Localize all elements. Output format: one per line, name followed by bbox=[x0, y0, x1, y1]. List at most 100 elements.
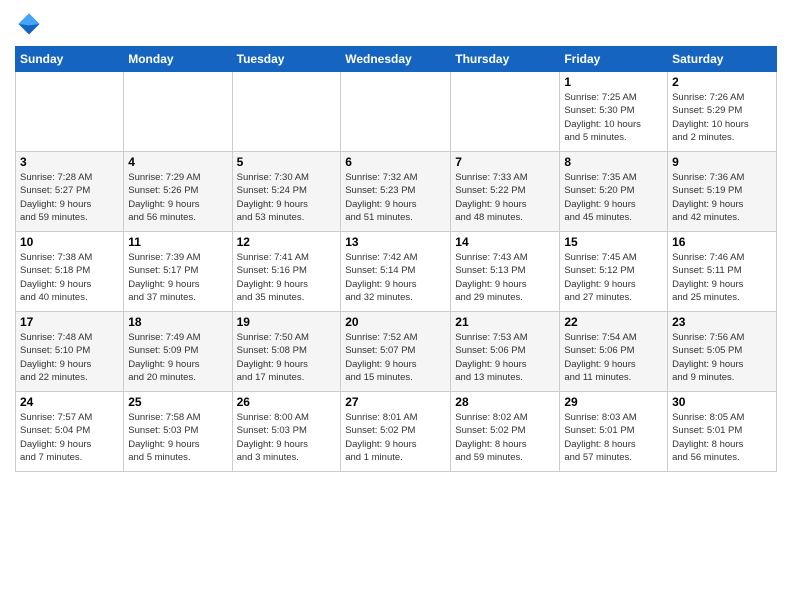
day-info: Sunrise: 8:03 AM Sunset: 5:01 PM Dayligh… bbox=[564, 411, 663, 464]
calendar-cell: 7Sunrise: 7:33 AM Sunset: 5:22 PM Daylig… bbox=[451, 152, 560, 232]
day-number: 30 bbox=[672, 395, 772, 409]
calendar-cell: 27 Sunrise: 8:01 AM Sunset: 5:02 PM Dayli… bbox=[341, 392, 451, 472]
calendar-cell: 11Sunrise: 7:39 AM Sunset: 5:17 PM Dayli… bbox=[124, 232, 232, 312]
day-number: 4 bbox=[128, 155, 227, 169]
day-info: Sunrise: 7:52 AM Sunset: 5:07 PM Dayligh… bbox=[345, 331, 446, 384]
day-number: 6 bbox=[345, 155, 446, 169]
calendar: SundayMondayTuesdayWednesdayThursdayFrid… bbox=[15, 46, 777, 472]
calendar-cell bbox=[232, 72, 341, 152]
calendar-header: SundayMondayTuesdayWednesdayThursdayFrid… bbox=[16, 47, 777, 72]
day-number: 5 bbox=[237, 155, 337, 169]
calendar-cell: 5 Sunrise: 7:30 AM Sunset: 5:24 PM Daylig… bbox=[232, 152, 341, 232]
day-number: 18 bbox=[128, 315, 227, 329]
calendar-cell: 23 Sunrise: 7:56 AM Sunset: 5:05 PM Dayli… bbox=[668, 312, 777, 392]
week-row-3: 17Sunrise: 7:48 AM Sunset: 5:10 PM Dayli… bbox=[16, 312, 777, 392]
day-info: Sunrise: 7:57 AM Sunset: 5:04 PM Dayligh… bbox=[20, 411, 119, 464]
day-info: Sunrise: 7:56 AM Sunset: 5:05 PM Dayligh… bbox=[672, 331, 772, 384]
day-number: 28 bbox=[455, 395, 555, 409]
day-number: 22 bbox=[564, 315, 663, 329]
day-info: Sunrise: 7:48 AM Sunset: 5:10 PM Dayligh… bbox=[20, 331, 119, 384]
week-row-1: 3Sunrise: 7:28 AM Sunset: 5:27 PM Daylig… bbox=[16, 152, 777, 232]
day-info: Sunrise: 7:49 AM Sunset: 5:09 PM Dayligh… bbox=[128, 331, 227, 384]
calendar-cell: 8Sunrise: 7:35 AM Sunset: 5:20 PM Daylig… bbox=[560, 152, 668, 232]
day-number: 21 bbox=[455, 315, 555, 329]
calendar-cell bbox=[16, 72, 124, 152]
day-info: Sunrise: 7:41 AM Sunset: 5:16 PM Dayligh… bbox=[237, 251, 337, 304]
calendar-cell: 28 Sunrise: 8:02 AM Sunset: 5:02 PM Dayli… bbox=[451, 392, 560, 472]
calendar-cell bbox=[341, 72, 451, 152]
page-container: SundayMondayTuesdayWednesdayThursdayFrid… bbox=[0, 0, 792, 482]
calendar-cell: 14 Sunrise: 7:43 AM Sunset: 5:13 PM Dayli… bbox=[451, 232, 560, 312]
calendar-cell: 6 Sunrise: 7:32 AM Sunset: 5:23 PM Daylig… bbox=[341, 152, 451, 232]
calendar-cell: 12Sunrise: 7:41 AM Sunset: 5:16 PM Dayli… bbox=[232, 232, 341, 312]
header bbox=[15, 10, 777, 38]
day-number: 13 bbox=[345, 235, 446, 249]
calendar-cell bbox=[124, 72, 232, 152]
calendar-cell: 21 Sunrise: 7:53 AM Sunset: 5:06 PM Dayli… bbox=[451, 312, 560, 392]
day-info: Sunrise: 7:28 AM Sunset: 5:27 PM Dayligh… bbox=[20, 171, 119, 224]
calendar-cell: 24 Sunrise: 7:57 AM Sunset: 5:04 PM Dayli… bbox=[16, 392, 124, 472]
day-number: 20 bbox=[345, 315, 446, 329]
day-info: Sunrise: 7:46 AM Sunset: 5:11 PM Dayligh… bbox=[672, 251, 772, 304]
day-info: Sunrise: 8:05 AM Sunset: 5:01 PM Dayligh… bbox=[672, 411, 772, 464]
day-info: Sunrise: 8:01 AM Sunset: 5:02 PM Dayligh… bbox=[345, 411, 446, 464]
calendar-cell: 10Sunrise: 7:38 AM Sunset: 5:18 PM Dayli… bbox=[16, 232, 124, 312]
day-info: Sunrise: 7:32 AM Sunset: 5:23 PM Dayligh… bbox=[345, 171, 446, 224]
week-row-0: 1 Sunrise: 7:25 AM Sunset: 5:30 PM Daylig… bbox=[16, 72, 777, 152]
calendar-cell: 18 Sunrise: 7:49 AM Sunset: 5:09 PM Dayli… bbox=[124, 312, 232, 392]
day-info: Sunrise: 7:53 AM Sunset: 5:06 PM Dayligh… bbox=[455, 331, 555, 384]
day-info: Sunrise: 7:33 AM Sunset: 5:22 PM Dayligh… bbox=[455, 171, 555, 224]
calendar-cell: 9 Sunrise: 7:36 AM Sunset: 5:19 PM Daylig… bbox=[668, 152, 777, 232]
calendar-cell: 16Sunrise: 7:46 AM Sunset: 5:11 PM Dayli… bbox=[668, 232, 777, 312]
calendar-cell bbox=[451, 72, 560, 152]
weekday-header-tuesday: Tuesday bbox=[232, 47, 341, 72]
weekday-header-row: SundayMondayTuesdayWednesdayThursdayFrid… bbox=[16, 47, 777, 72]
calendar-cell: 3Sunrise: 7:28 AM Sunset: 5:27 PM Daylig… bbox=[16, 152, 124, 232]
day-number: 19 bbox=[237, 315, 337, 329]
day-info: Sunrise: 7:42 AM Sunset: 5:14 PM Dayligh… bbox=[345, 251, 446, 304]
day-number: 2 bbox=[672, 75, 772, 89]
logo-icon bbox=[15, 10, 43, 38]
day-number: 23 bbox=[672, 315, 772, 329]
day-info: Sunrise: 7:35 AM Sunset: 5:20 PM Dayligh… bbox=[564, 171, 663, 224]
day-info: Sunrise: 7:30 AM Sunset: 5:24 PM Dayligh… bbox=[237, 171, 337, 224]
day-number: 26 bbox=[237, 395, 337, 409]
day-number: 9 bbox=[672, 155, 772, 169]
logo bbox=[15, 10, 47, 38]
day-info: Sunrise: 7:36 AM Sunset: 5:19 PM Dayligh… bbox=[672, 171, 772, 224]
day-info: Sunrise: 8:02 AM Sunset: 5:02 PM Dayligh… bbox=[455, 411, 555, 464]
calendar-cell: 17Sunrise: 7:48 AM Sunset: 5:10 PM Dayli… bbox=[16, 312, 124, 392]
calendar-cell: 13 Sunrise: 7:42 AM Sunset: 5:14 PM Dayli… bbox=[341, 232, 451, 312]
calendar-body: 1 Sunrise: 7:25 AM Sunset: 5:30 PM Daylig… bbox=[16, 72, 777, 472]
week-row-2: 10Sunrise: 7:38 AM Sunset: 5:18 PM Dayli… bbox=[16, 232, 777, 312]
day-info: Sunrise: 7:54 AM Sunset: 5:06 PM Dayligh… bbox=[564, 331, 663, 384]
calendar-cell: 1 Sunrise: 7:25 AM Sunset: 5:30 PM Daylig… bbox=[560, 72, 668, 152]
weekday-header-monday: Monday bbox=[124, 47, 232, 72]
day-number: 1 bbox=[564, 75, 663, 89]
day-info: Sunrise: 7:25 AM Sunset: 5:30 PM Dayligh… bbox=[564, 91, 663, 144]
weekday-header-saturday: Saturday bbox=[668, 47, 777, 72]
day-info: Sunrise: 7:45 AM Sunset: 5:12 PM Dayligh… bbox=[564, 251, 663, 304]
day-number: 24 bbox=[20, 395, 119, 409]
day-number: 11 bbox=[128, 235, 227, 249]
calendar-cell: 30 Sunrise: 8:05 AM Sunset: 5:01 PM Dayli… bbox=[668, 392, 777, 472]
day-info: Sunrise: 7:38 AM Sunset: 5:18 PM Dayligh… bbox=[20, 251, 119, 304]
day-number: 14 bbox=[455, 235, 555, 249]
calendar-cell: 15 Sunrise: 7:45 AM Sunset: 5:12 PM Dayli… bbox=[560, 232, 668, 312]
day-number: 15 bbox=[564, 235, 663, 249]
day-info: Sunrise: 8:00 AM Sunset: 5:03 PM Dayligh… bbox=[237, 411, 337, 464]
calendar-cell: 25Sunrise: 7:58 AM Sunset: 5:03 PM Dayli… bbox=[124, 392, 232, 472]
calendar-cell: 20 Sunrise: 7:52 AM Sunset: 5:07 PM Dayli… bbox=[341, 312, 451, 392]
day-number: 29 bbox=[564, 395, 663, 409]
weekday-header-friday: Friday bbox=[560, 47, 668, 72]
day-info: Sunrise: 7:50 AM Sunset: 5:08 PM Dayligh… bbox=[237, 331, 337, 384]
day-info: Sunrise: 7:26 AM Sunset: 5:29 PM Dayligh… bbox=[672, 91, 772, 144]
calendar-cell: 19 Sunrise: 7:50 AM Sunset: 5:08 PM Dayli… bbox=[232, 312, 341, 392]
weekday-header-sunday: Sunday bbox=[16, 47, 124, 72]
day-info: Sunrise: 7:58 AM Sunset: 5:03 PM Dayligh… bbox=[128, 411, 227, 464]
calendar-cell: 29 Sunrise: 8:03 AM Sunset: 5:01 PM Dayli… bbox=[560, 392, 668, 472]
day-info: Sunrise: 7:43 AM Sunset: 5:13 PM Dayligh… bbox=[455, 251, 555, 304]
calendar-cell: 4Sunrise: 7:29 AM Sunset: 5:26 PM Daylig… bbox=[124, 152, 232, 232]
day-number: 27 bbox=[345, 395, 446, 409]
calendar-cell: 22 Sunrise: 7:54 AM Sunset: 5:06 PM Dayli… bbox=[560, 312, 668, 392]
